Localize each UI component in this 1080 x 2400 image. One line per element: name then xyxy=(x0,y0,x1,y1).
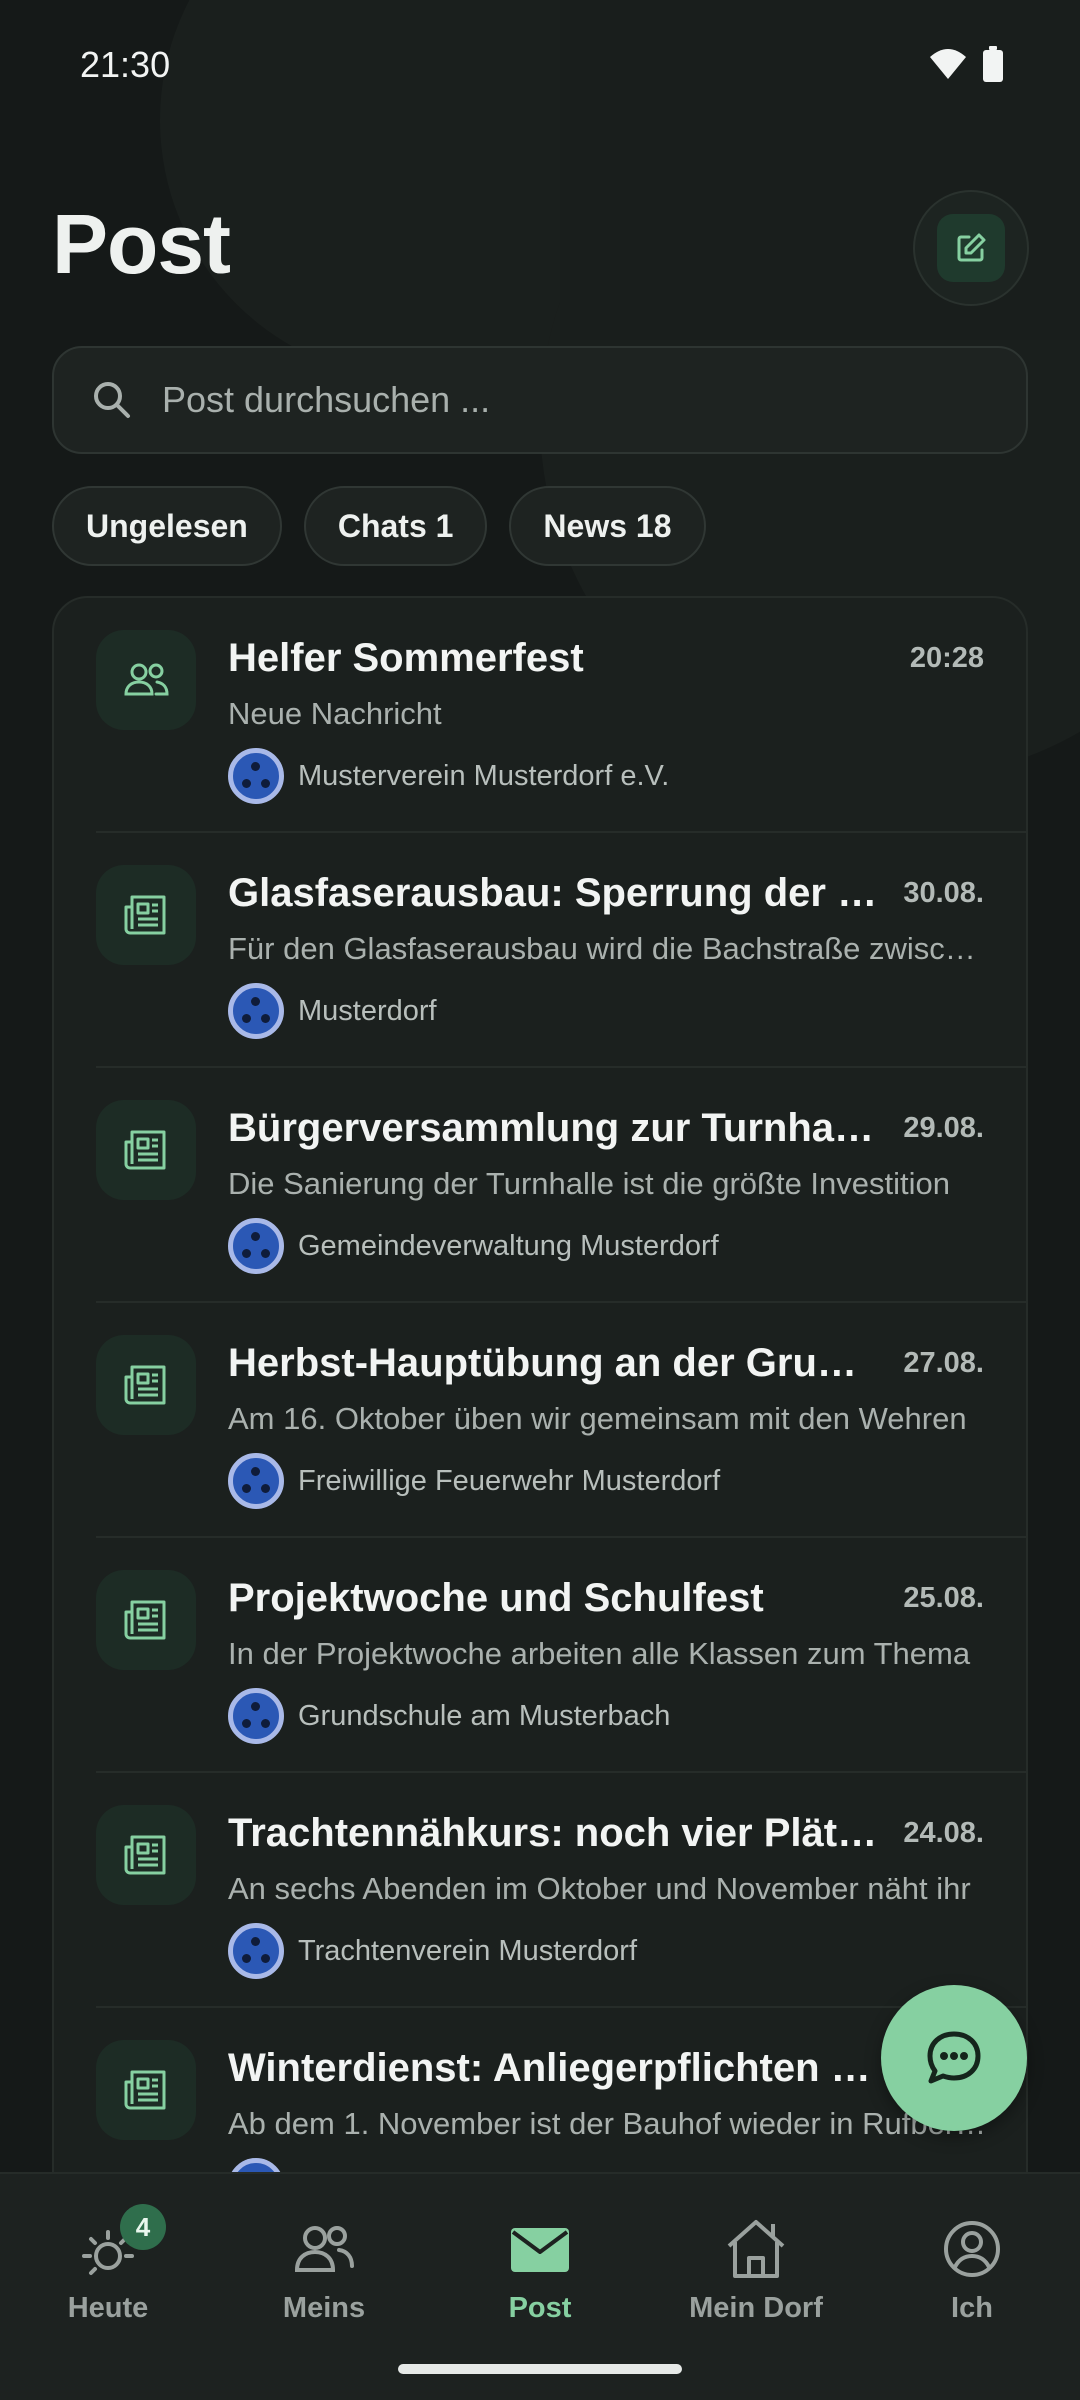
item-sender: Trachtenverein Musterdorf xyxy=(228,1923,637,1979)
newspaper-icon xyxy=(124,1130,166,1170)
sender-avatar xyxy=(228,1688,284,1744)
item-title: Projektwoche und Schulfest xyxy=(228,1576,764,1620)
item-preview: Am 16. Oktober üben wir gemeinsam mit de… xyxy=(228,1401,967,1436)
status-bar: 21:30 xyxy=(0,0,1080,134)
chat-bubble-icon xyxy=(927,2031,981,2084)
item-time: 29.08. xyxy=(903,1112,984,1144)
newspaper-icon xyxy=(124,1600,166,1640)
sender-avatar xyxy=(228,1453,284,1509)
page-title: Post xyxy=(52,197,231,291)
filter-chip-chats[interactable]: Chats 1 xyxy=(303,486,488,566)
item-sender: Gemeindeverwaltung Musterdorf xyxy=(228,1218,719,1274)
item-title: Trachtennähkurs: noch vier Plätze frei xyxy=(228,1811,878,1855)
item-icon-wrap xyxy=(96,865,196,965)
item-time: 25.08. xyxy=(903,1582,984,1614)
profile-icon xyxy=(944,2221,1000,2277)
nav-label: Heute xyxy=(67,2292,149,2324)
item-title: Glasfaserausbau: Sperrung der Bachstraße xyxy=(228,871,878,915)
item-time: 24.08. xyxy=(903,1817,984,1849)
nav-item-meins[interactable]: Meins xyxy=(224,2214,424,2325)
sender-name: Trachtenverein Musterdorf xyxy=(298,1934,638,1967)
sender-avatar xyxy=(228,748,284,804)
sender-name: Grundschule am Musterbach xyxy=(298,1699,671,1732)
post-list-item[interactable]: Herbst-Hauptübung an der Grundschule 27.0… xyxy=(96,1303,1026,1538)
notification-badge: 4 xyxy=(120,2204,166,2250)
home-indicator[interactable] xyxy=(398,2364,682,2374)
nav-item-heute[interactable]: 4 Heute xyxy=(8,2204,208,2325)
newspaper-icon xyxy=(124,895,166,935)
item-icon-wrap xyxy=(96,1805,196,1905)
post-list-item[interactable]: Trachtennähkurs: noch vier Plätze frei 24… xyxy=(96,1773,1026,2008)
item-icon-wrap xyxy=(96,1335,196,1435)
compose-icon xyxy=(957,233,986,262)
item-time: 20:28 xyxy=(909,642,984,674)
newspaper-icon xyxy=(124,1365,166,1405)
filter-chips: Ungelesen Chats 1 News 18 xyxy=(52,486,706,566)
item-icon-wrap xyxy=(96,1570,196,1670)
post-list-item[interactable]: Glasfaserausbau: Sperrung der Bachstraße… xyxy=(96,833,1026,1068)
people-icon xyxy=(294,2226,354,2272)
status-time: 21:30 xyxy=(80,44,171,85)
item-sender: Musterdorf xyxy=(228,983,437,1039)
compose-icon-wrap xyxy=(937,214,1005,282)
post-list-item[interactable]: Bürgerversammlung zur Turnhallensanierun… xyxy=(96,1068,1026,1303)
nav-label: Ich xyxy=(951,2292,993,2324)
filter-chip-news[interactable]: News 18 xyxy=(509,486,706,566)
item-title: Helfer Sommerfest xyxy=(228,636,584,680)
battery-icon xyxy=(983,46,1003,82)
mail-icon xyxy=(511,2228,569,2272)
nav-item-mein-dorf[interactable]: Mein Dorf xyxy=(656,2214,856,2325)
item-time: 30.08. xyxy=(903,877,984,909)
nav-label: Post xyxy=(508,2292,572,2324)
item-preview: Für den Glasfaserausbau wird die Bachstr… xyxy=(228,931,988,966)
compose-button[interactable] xyxy=(913,190,1029,306)
wifi-icon xyxy=(930,49,966,79)
post-list-item[interactable]: Helfer Sommerfest 20:28 Neue Nachricht Must… xyxy=(96,598,1026,833)
item-icon-wrap xyxy=(96,2040,196,2140)
nav-item-ich[interactable]: Ich xyxy=(872,2214,1072,2325)
item-sender: Grundschule am Musterbach xyxy=(228,1688,670,1744)
item-title: Herbst-Hauptübung an der Grundschule xyxy=(228,1341,878,1385)
sender-name: Musterverein Musterdorf e.V. xyxy=(298,759,670,792)
newspaper-icon xyxy=(124,2070,166,2110)
new-chat-button[interactable] xyxy=(881,1985,1027,2131)
item-title: Bürgerversammlung zur Turnhallensanierun… xyxy=(228,1106,878,1150)
group-icon xyxy=(124,663,169,696)
nav-item-post[interactable]: Post xyxy=(440,2214,640,2325)
item-icon-wrap xyxy=(96,1100,196,1200)
sender-avatar xyxy=(228,1923,284,1979)
item-preview: Die Sanierung der Turnhalle ist die größ… xyxy=(228,1166,951,1201)
sender-avatar xyxy=(228,1218,284,1274)
sender-name: Musterdorf xyxy=(298,994,437,1027)
sender-name: Gemeindeverwaltung Musterdorf xyxy=(298,1229,719,1262)
item-time: 27.08. xyxy=(903,1347,984,1379)
post-list: Helfer Sommerfest 20:28 Neue Nachricht Must… xyxy=(52,596,1028,2176)
search-icon xyxy=(94,382,130,418)
nav-label: Mein Dorf xyxy=(689,2292,823,2324)
item-title: Winterdienst: Anliegerpflichten und Räum… xyxy=(228,2046,878,2090)
status-icons xyxy=(928,46,1004,82)
post-list-item[interactable]: Projektwoche und Schulfest 25.08. In der P… xyxy=(96,1538,1026,1773)
filter-chip-unread[interactable]: Ungelesen xyxy=(52,486,282,566)
sender-name: Freiwillige Feuerwehr Musterdorf xyxy=(298,1464,721,1497)
item-preview: An sechs Abenden im Oktober und November… xyxy=(228,1871,971,1906)
item-preview: In der Projektwoche arbeiten alle Klasse… xyxy=(228,1636,971,1671)
newspaper-icon xyxy=(124,1835,166,1875)
item-preview: Neue Nachricht xyxy=(228,696,442,731)
search-input[interactable] xyxy=(162,379,982,421)
house-icon xyxy=(727,2220,785,2278)
item-preview: Ab dem 1. November ist der Bauhof wieder… xyxy=(228,2106,988,2141)
search-bar[interactable] xyxy=(52,346,1028,454)
nav-label: Meins xyxy=(282,2292,366,2324)
sender-avatar xyxy=(228,983,284,1039)
item-sender: Freiwillige Feuerwehr Musterdorf xyxy=(228,1453,720,1509)
item-icon-wrap xyxy=(96,630,196,730)
item-sender: Musterverein Musterdorf e.V. xyxy=(228,748,669,804)
